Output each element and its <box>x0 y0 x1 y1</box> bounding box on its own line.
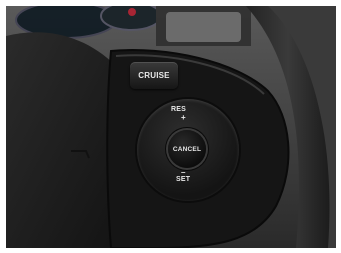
cancel-label: CANCEL <box>172 145 202 153</box>
wheel-hub-leather <box>6 32 116 248</box>
set-label[interactable]: SET <box>176 176 190 183</box>
res-plus-symbol: + <box>181 113 186 122</box>
cruise-button[interactable]: CRUISE <box>130 62 178 89</box>
res-label[interactable]: RES <box>171 106 186 113</box>
cruise-label: CRUISE <box>138 71 170 80</box>
cancel-button[interactable]: CANCEL <box>168 130 206 168</box>
